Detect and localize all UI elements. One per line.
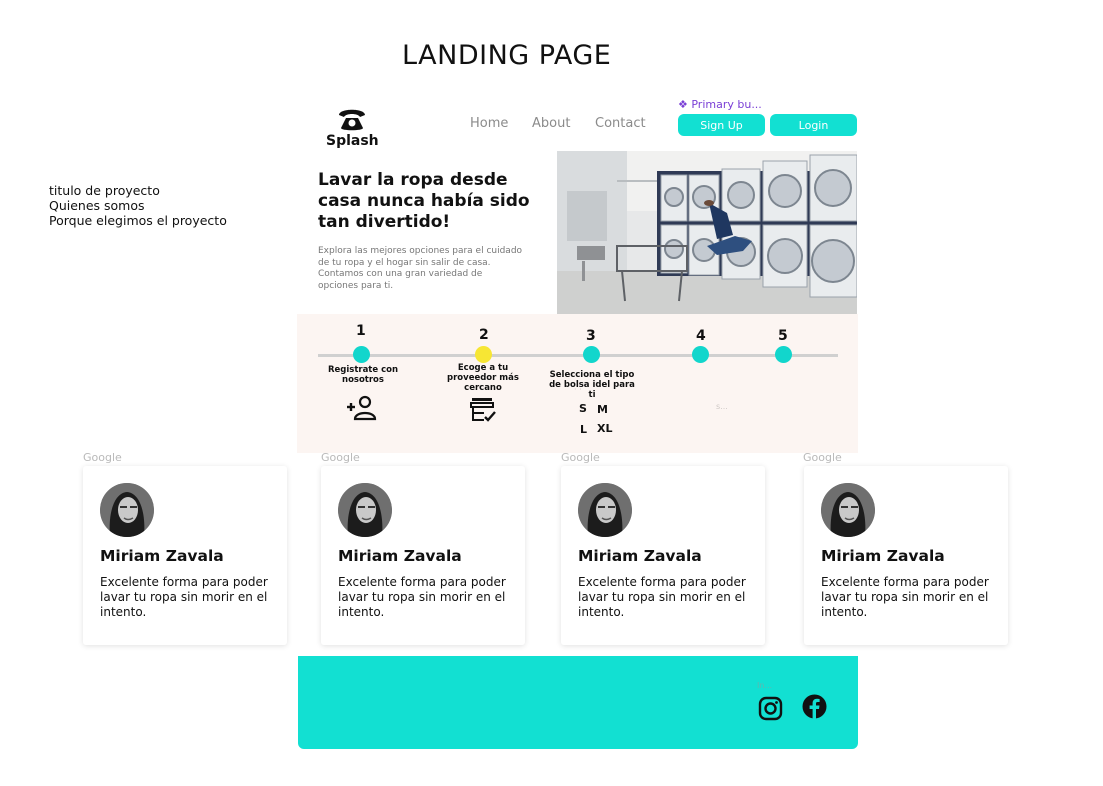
card-source-tag: Google: [803, 451, 842, 464]
step-number: 3: [586, 328, 596, 344]
note-line: Quienes somos: [49, 198, 145, 213]
step-number: 4: [696, 328, 706, 344]
reviewer-name: Miriam Zavala: [821, 547, 945, 565]
step-number: 2: [479, 327, 489, 343]
avatar: [821, 483, 875, 537]
add-user-icon: [345, 395, 377, 426]
note-line: Porque elegimos el proyecto: [49, 213, 227, 228]
hero-title: Lavar la ropa desde casa nunca había sid…: [318, 170, 530, 232]
review-text: Excelente forma para poder lavar tu ropa…: [578, 575, 746, 619]
bag-size-xl: XL: [597, 422, 613, 435]
login-button[interactable]: Login: [770, 114, 857, 136]
avatar: [578, 483, 632, 537]
step-number: 1: [356, 323, 366, 339]
card-source-tag: Google: [561, 451, 600, 464]
step-dot[interactable]: [583, 346, 600, 363]
step-label: Selecciona el tipo de bolsa idel para ti: [549, 370, 635, 400]
footer-ghost-label: In...: [757, 681, 773, 690]
review-card: Miriam Zavala Excelente forma para poder…: [321, 466, 525, 645]
bag-size-m: M: [597, 403, 608, 416]
canvas-title: LANDING PAGE: [402, 40, 612, 71]
main-nav: Home About Contact: [470, 116, 646, 131]
instagram-icon[interactable]: [758, 696, 783, 726]
note-line: titulo de proyecto: [49, 183, 160, 198]
nav-contact[interactable]: Contact: [595, 116, 646, 131]
reviewer-name: Miriam Zavala: [338, 547, 462, 565]
card-source-tag: Google: [321, 451, 360, 464]
hero-image: [557, 151, 857, 314]
step-dot-active[interactable]: [475, 346, 492, 363]
reviewer-name: Miriam Zavala: [100, 547, 224, 565]
canvas-notes: titulo de proyecto Quienes somos Porque …: [49, 183, 227, 228]
nav-about[interactable]: About: [532, 116, 595, 131]
signup-button[interactable]: Sign Up: [678, 114, 765, 136]
steps-track: [318, 354, 838, 357]
logo-text: Splash: [326, 133, 379, 149]
review-card: Miriam Zavala Excelente forma para poder…: [804, 466, 1008, 645]
review-text: Excelente forma para poder lavar tu ropa…: [100, 575, 268, 619]
step-dot[interactable]: [692, 346, 709, 363]
review-text: Excelente forma para poder lavar tu ropa…: [821, 575, 989, 619]
card-source-tag: Google: [83, 451, 122, 464]
reviewer-name: Miriam Zavala: [578, 547, 702, 565]
nav-home[interactable]: Home: [470, 116, 532, 131]
facebook-icon[interactable]: [802, 694, 827, 724]
step-dot[interactable]: [775, 346, 792, 363]
review-card: Miriam Zavala Excelente forma para poder…: [561, 466, 765, 645]
ghost-placeholder: s...: [716, 402, 728, 411]
review-card: Miriam Zavala Excelente forma para poder…: [83, 466, 287, 645]
step-label: Ecoge a tu proveedor más cercano: [447, 363, 519, 393]
step-number: 5: [778, 328, 788, 344]
review-text: Excelente forma para poder lavar tu ropa…: [338, 575, 506, 619]
splash-logo-icon: [339, 109, 365, 131]
step-label: Registrate con nosotros: [327, 365, 399, 385]
step-dot[interactable]: [353, 346, 370, 363]
bag-size-l: L: [580, 423, 588, 436]
hero-description: Explora las mejores opciones para el cui…: [318, 246, 523, 291]
ghost-placeholder: · ·: [574, 385, 582, 394]
logo[interactable]: Splash: [326, 104, 379, 149]
store-check-icon: [470, 397, 498, 428]
bag-size-s: S: [579, 402, 587, 415]
avatar: [338, 483, 392, 537]
avatar: [100, 483, 154, 537]
primary-button-annotation: ❖ Primary bu...: [678, 98, 762, 111]
